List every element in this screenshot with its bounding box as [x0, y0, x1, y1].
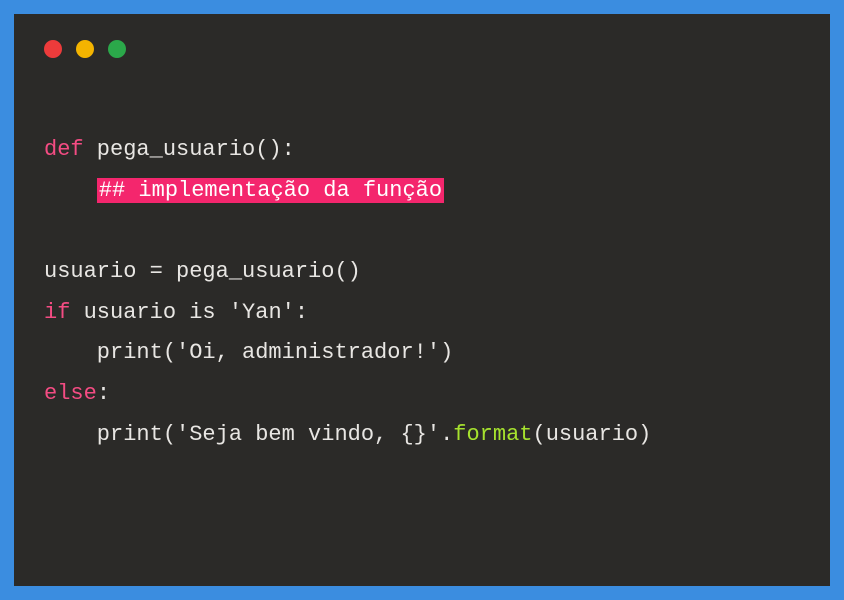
line-6: print('Oi, administrador!')	[44, 340, 453, 365]
line-7: else:	[44, 381, 110, 406]
code-window: def pega_usuario(): ## implementação da …	[14, 14, 830, 586]
line-4: usuario = pega_usuario()	[44, 259, 361, 284]
keyword-def: def	[44, 137, 84, 162]
minimize-icon[interactable]	[76, 40, 94, 58]
line-1-rest: pega_usuario():	[84, 137, 295, 162]
code-block: def pega_usuario(): ## implementação da …	[44, 130, 800, 456]
line-2: ## implementação da função	[44, 178, 444, 203]
line-5: if usuario is 'Yan':	[44, 300, 308, 325]
maximize-icon[interactable]	[108, 40, 126, 58]
close-icon[interactable]	[44, 40, 62, 58]
line-8: print('Seja bem vindo, {}'.format(usuari…	[44, 422, 651, 447]
line-8-part1: print('Seja bem vindo, {}'.	[44, 422, 453, 447]
comment-highlighted: ## implementação da função	[97, 178, 444, 203]
line-7-rest: :	[97, 381, 110, 406]
line-5-rest: usuario is 'Yan':	[70, 300, 308, 325]
traffic-lights	[44, 40, 800, 58]
method-format: format	[453, 422, 532, 447]
line-1: def pega_usuario():	[44, 137, 295, 162]
keyword-if: if	[44, 300, 70, 325]
line-8-part2: (usuario)	[533, 422, 652, 447]
indent	[44, 178, 97, 203]
keyword-else: else	[44, 381, 97, 406]
